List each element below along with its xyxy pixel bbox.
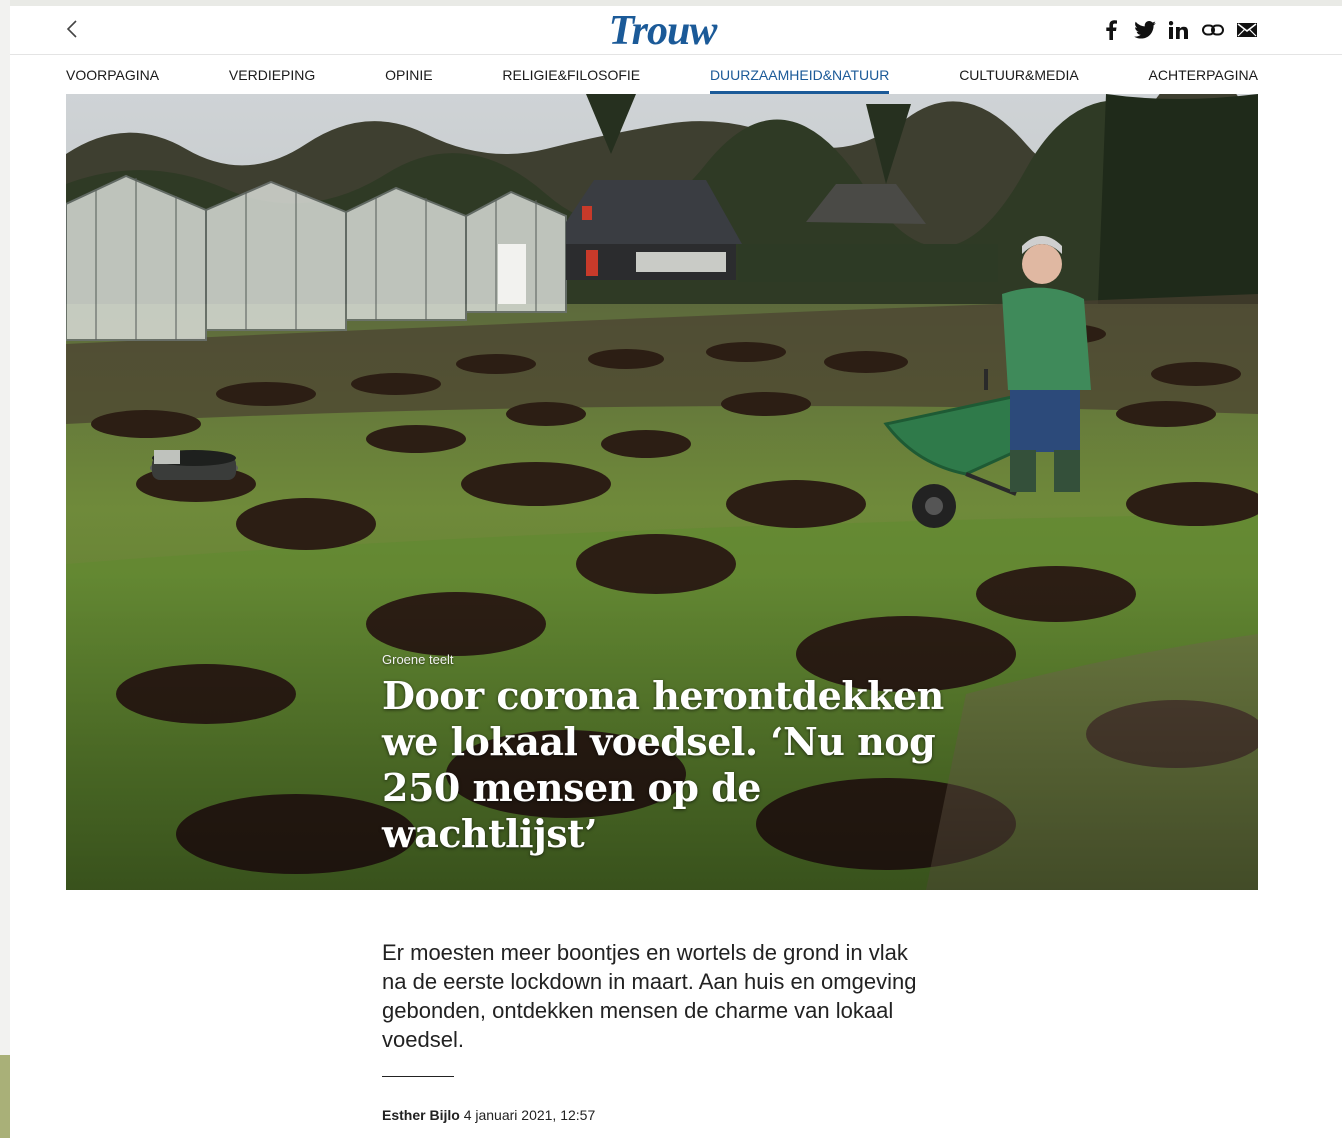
share-facebook-button[interactable] [1100, 19, 1122, 41]
article-page: Trouw VOORPAGINA VERDIEPING OPINIE RELIG… [10, 6, 1342, 1138]
left-edge-accent [0, 1055, 10, 1138]
trouw-logo[interactable]: Trouw [590, 8, 735, 54]
share-twitter-button[interactable] [1134, 19, 1156, 41]
share-linkedin-button[interactable] [1168, 19, 1190, 41]
twitter-icon [1134, 21, 1156, 39]
article-intro: Er moesten meer boontjes en wortels de g… [382, 940, 917, 1052]
top-bar: Trouw [10, 6, 1342, 55]
left-edge-strip [0, 0, 10, 1138]
hero-image: Groene teelt Door corona herontdekken we… [66, 94, 1258, 890]
back-button[interactable] [60, 16, 84, 42]
author-name[interactable]: Esther Bijlo [382, 1107, 460, 1123]
article-headline: Door corona herontdekken we lokaal voeds… [382, 673, 944, 856]
article-byline: Esther Bijlo 4 januari 2021, 12:57 [382, 1107, 595, 1123]
share-mail-button[interactable] [1236, 19, 1258, 41]
nav-item-religie-filosofie[interactable]: RELIGIE&FILOSOFIE [502, 56, 640, 94]
facebook-icon [1106, 20, 1117, 40]
nav-item-achterpagina[interactable]: ACHTERPAGINA [1149, 56, 1258, 94]
nav-item-voorpagina[interactable]: VOORPAGINA [66, 56, 159, 94]
nav-item-cultuur-media[interactable]: CULTUUR&MEDIA [959, 56, 1079, 94]
intro-divider [382, 1076, 454, 1077]
copy-link-button[interactable] [1202, 19, 1224, 41]
nav-item-duurzaamheid-natuur[interactable]: DUURZAAMHEID&NATUUR [709, 56, 890, 94]
nav-item-verdieping[interactable]: VERDIEPING [229, 56, 315, 94]
chevron-left-icon [66, 20, 77, 38]
linkedin-icon [1169, 21, 1188, 39]
hero-caption: Groene teelt Door corona herontdekken we… [382, 652, 982, 857]
section-nav: VOORPAGINA VERDIEPING OPINIE RELIGIE&FIL… [66, 56, 1258, 94]
publish-date: 4 januari 2021, 12:57 [463, 1107, 596, 1123]
nav-item-opinie[interactable]: OPINIE [385, 56, 432, 94]
share-bar [1100, 18, 1258, 42]
article-kicker[interactable]: Groene teelt [382, 652, 982, 667]
link-icon [1202, 24, 1224, 36]
mail-icon [1237, 23, 1257, 37]
